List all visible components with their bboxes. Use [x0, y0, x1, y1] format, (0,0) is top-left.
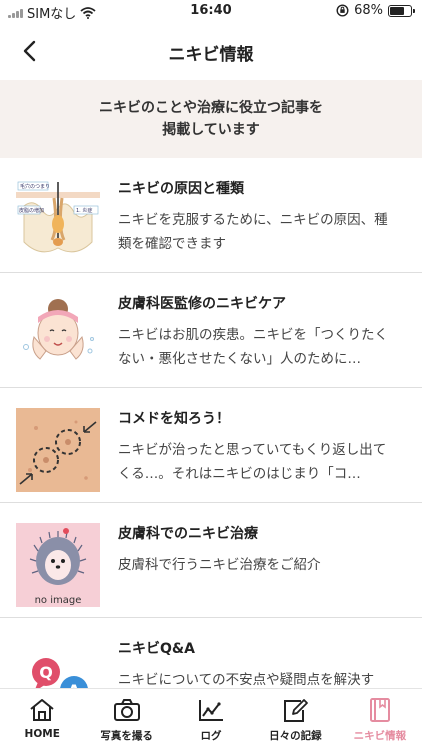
article-title: ニキビQ&A: [118, 641, 195, 657]
article-list: 毛穴のつまり 皮脂の増加 1. 炎症 ニキビの原因と種類 ニキビを克服するために…: [0, 158, 422, 733]
pore-diagram-image: 毛穴のつまり 皮脂の増加 1. 炎症: [16, 178, 100, 262]
battery-level: [390, 6, 404, 15]
status-bar: SIMなし 16:40 68%: [0, 0, 422, 22]
hedgehog-placeholder-image: no image: [16, 523, 100, 607]
banner-line-1: ニキビのことや治療に役立つ記事を: [99, 100, 323, 116]
article-title: ニキビの原因と種類: [118, 181, 244, 197]
book-icon: [369, 698, 390, 722]
article-title: 皮膚科でのニキビ治療: [118, 526, 258, 542]
tab-label: 写真を撮る: [100, 730, 153, 742]
article-description: ニキビはお肌の疾患。ニキビを「つくりたくない・悪化させたくない」人のために…: [118, 327, 388, 367]
page-title: ニキビ情報: [168, 45, 254, 65]
home-icon: [30, 699, 54, 721]
article-item-clinic-treatment[interactable]: no image 皮膚科でのニキビ治療 皮膚科で行うニキビ治療をご紹介: [0, 503, 422, 618]
edit-icon: [284, 699, 309, 722]
article-title: コメドを知ろう！: [118, 411, 230, 427]
tab-label: ニキビ情報: [353, 730, 407, 742]
q-letter: Q: [39, 663, 53, 682]
tab-home[interactable]: HOME: [0, 689, 84, 750]
battery-icon: [388, 4, 415, 17]
banner-line-2: 掲載しています: [162, 122, 260, 138]
tab-label: HOME: [24, 728, 60, 740]
camera-icon: [113, 699, 140, 721]
bottom-tab-bar: HOME 写真を撮る ログ 日々の記録 ニキビ情報: [0, 688, 422, 750]
tab-log[interactable]: ログ: [169, 689, 253, 750]
article-thumbnail: no image: [16, 523, 100, 607]
tab-daily-record[interactable]: 日々の記録: [253, 689, 337, 750]
tab-camera[interactable]: 写真を撮る: [84, 689, 168, 750]
thumb-label-1: 毛穴のつまり: [20, 183, 50, 190]
intro-banner: ニキビのことや治療に役立つ記事を 掲載しています: [0, 80, 422, 158]
article-description: ニキビを克服するために、ニキビの原因、種類を確認できます: [118, 212, 388, 252]
orientation-lock-icon: [336, 4, 349, 17]
article-item-dermatologist-care[interactable]: 皮膚科医監修のニキビケア ニキビはお肌の疾患。ニキビを「つくりたくない・悪化させ…: [0, 273, 422, 388]
article-title: 皮膚科医監修のニキビケア: [118, 296, 286, 312]
article-thumbnail: 毛穴のつまり 皮脂の増加 1. 炎症: [16, 178, 100, 262]
article-item-acne-causes[interactable]: 毛穴のつまり 皮脂の増加 1. 炎症 ニキビの原因と種類 ニキビを克服するために…: [0, 158, 422, 273]
thumb-label-3: 1. 炎症: [76, 207, 92, 214]
article-description: ニキビが治ったと思っていてもくり返し出てくる…。それはニキビのはじまり「コ…: [118, 442, 387, 482]
article-thumbnail: [16, 293, 100, 377]
tab-label: ログ: [200, 730, 222, 742]
article-thumbnail: [16, 408, 100, 492]
face-washing-illustration: [16, 293, 100, 377]
no-image-caption: no image: [35, 595, 82, 606]
chart-icon: [199, 700, 224, 721]
tab-label: 日々の記録: [269, 730, 322, 742]
thumb-label-2: 皮脂の増加: [19, 207, 44, 214]
status-right: 68%: [336, 3, 415, 18]
navigation-bar: ニキビ情報: [0, 22, 422, 80]
article-item-comedo[interactable]: コメドを知ろう！ ニキビが治ったと思っていてもくり返し出てくる…。それはニキビの…: [0, 388, 422, 503]
skin-closeup-photo: [16, 408, 100, 492]
tab-acne-info[interactable]: ニキビ情報: [338, 689, 422, 750]
battery-percent: 68%: [354, 3, 383, 18]
article-description: 皮膚科で行うニキビ治療をご紹介: [118, 557, 321, 573]
